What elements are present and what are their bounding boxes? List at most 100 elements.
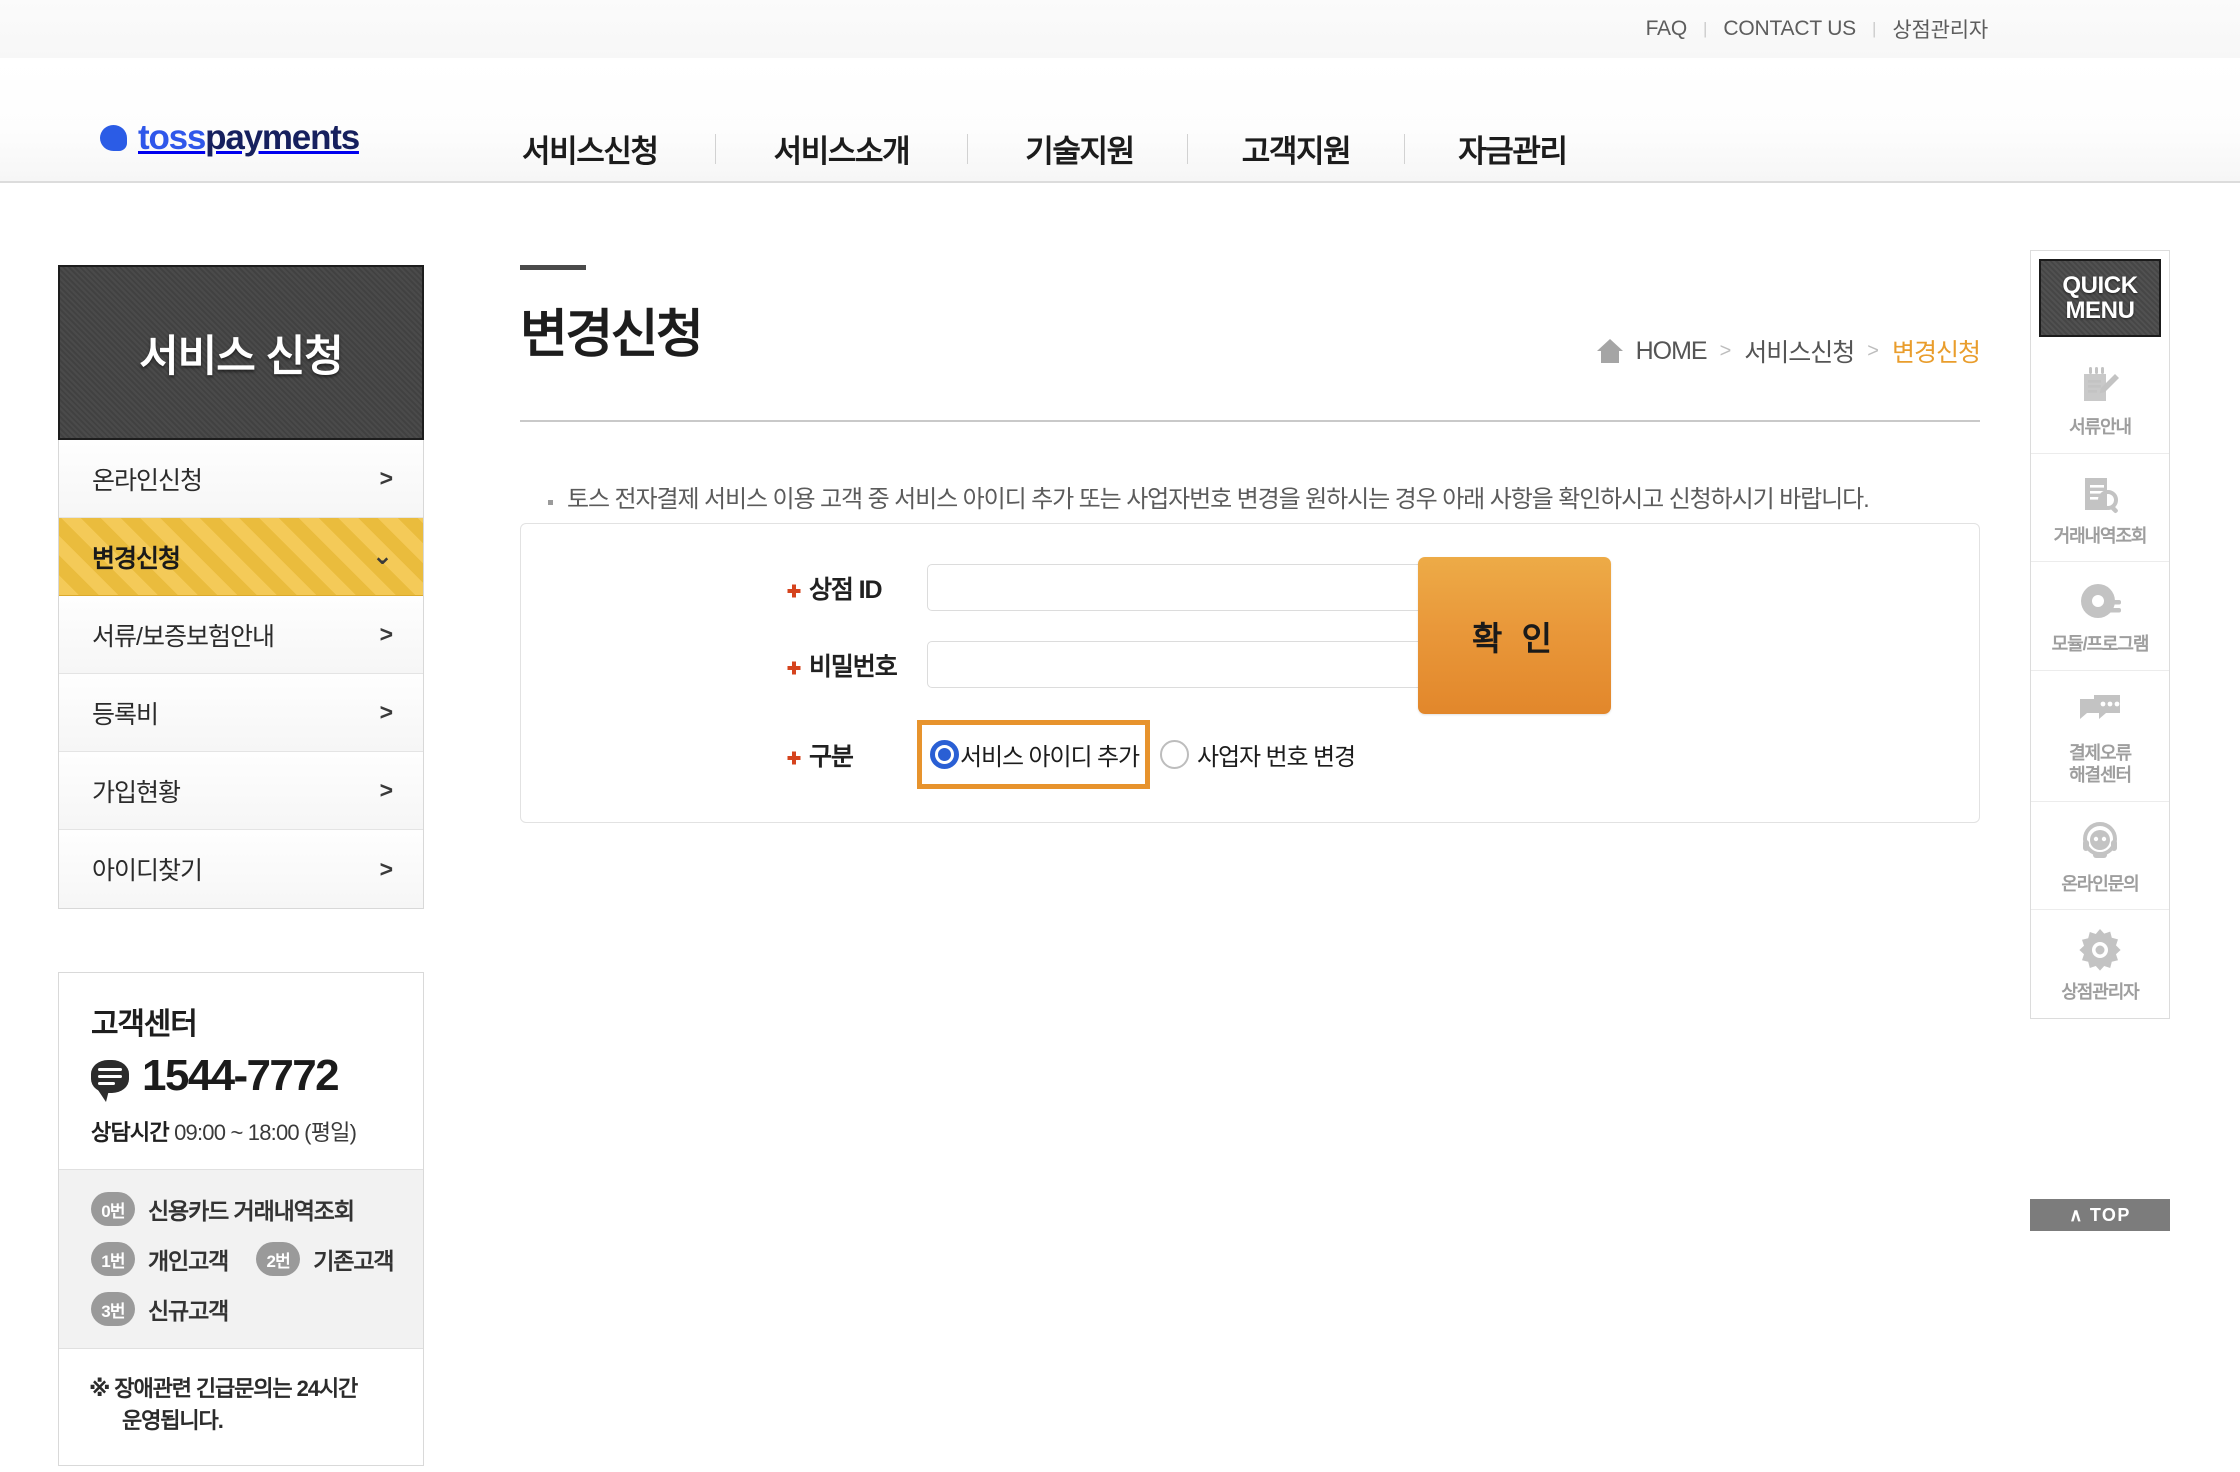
customer-center-ivr-menu: 0번 신용카드 거래내역조회 1번 개인고객 2번 기존고객 3번 신규고객 — [59, 1169, 423, 1349]
logo-toss-payments[interactable]: tosspayments — [100, 118, 360, 158]
ivr-badge: 0번 — [91, 1192, 135, 1226]
nav-item-fund-management[interactable]: 자금관리 — [1456, 122, 1568, 175]
sidebar-heading: 서비스 신청 — [58, 265, 424, 440]
sidebar-item-label: 온라인신청 — [92, 466, 203, 495]
radio-label-change-business-number[interactable]: 사업자 번호 변경 — [1197, 737, 1356, 772]
confirm-button[interactable]: 확 인 — [1418, 557, 1611, 714]
quick-menu-label: 모듈/프로그램 — [2051, 634, 2150, 654]
radio-option-add-service-id-highlight[interactable]: 서비스 아이디 추가 — [917, 720, 1150, 789]
chat-bubbles-icon — [2073, 687, 2127, 735]
site-header: tosspayments 서비스신청 서비스소개 기술지원 고객지원 자금관리 — [0, 58, 2240, 183]
required-asterisk-icon — [787, 661, 800, 674]
password-label-group: 비밀번호 — [787, 647, 927, 683]
change-request-form-card: 상점 ID 비밀번호 구분 서비스 아이디 추가 사업자 번호 변경 확 인 — [520, 523, 1980, 823]
quick-menu-item-module-program[interactable]: 모듈/프로그램 — [2031, 562, 2169, 671]
sidebar-menu-list: 온라인신청 > 변경신청 ⌄ 서류/보증보험안내 > 등록비 > 가입현황 > … — [58, 440, 424, 909]
quick-menu-item-online-inquiry[interactable]: 온라인문의 — [2031, 802, 2169, 910]
quick-menu-item-payment-error-center[interactable]: 결제오류 해결센터 — [2031, 671, 2169, 802]
utility-link-contact-us[interactable]: CONTACT US — [1723, 17, 1856, 41]
gear-icon — [2073, 926, 2127, 974]
nav-item-service-intro[interactable]: 서비스소개 — [772, 122, 912, 175]
quick-menu-header-line1: QUICK — [2062, 271, 2138, 299]
breadcrumb-separator: > — [1867, 339, 1879, 362]
sidebar: 서비스 신청 온라인신청 > 변경신청 ⌄ 서류/보증보험안내 > 등록비 > … — [58, 265, 424, 909]
ivr-badge: 1번 — [91, 1242, 135, 1276]
radio-option-change-business-number[interactable]: 사업자 번호 변경 — [1159, 737, 1356, 772]
quick-menu-item-merchant-admin[interactable]: 상점관리자 — [2031, 910, 2169, 1018]
radio-change-business-number[interactable] — [1159, 740, 1189, 769]
chevron-right-icon: > — [379, 699, 393, 725]
sidebar-item-label: 아이디찾기 — [92, 857, 203, 885]
required-asterisk-icon — [787, 751, 800, 764]
nav-item-service-apply[interactable]: 서비스신청 — [520, 122, 660, 175]
sidebar-item-find-id[interactable]: 아이디찾기 > — [59, 830, 423, 908]
scroll-to-top-label: TOP — [2089, 1204, 2131, 1225]
breadcrumb-item-service-apply[interactable]: 서비스신청 — [1744, 333, 1855, 369]
breadcrumb-item-home[interactable]: HOME — [1636, 337, 1708, 366]
customer-center-hours-value: 09:00 ~ 18:00 (평일) — [174, 1120, 357, 1145]
sidebar-item-label: 서류/보증보험안내 — [92, 622, 275, 651]
speech-bubble-icon — [91, 1059, 129, 1102]
merchant-id-label: 상점 ID — [809, 575, 883, 604]
quick-menu-label-line2: 해결센터 — [2069, 765, 2132, 785]
quick-menu-item-transaction-history[interactable]: 거래내역조회 — [2031, 454, 2169, 562]
nav-item-customer-support[interactable]: 고객지원 — [1240, 122, 1352, 175]
customer-center-note: ※ 장애관련 긴급문의는 24시간 운영됩니다. — [59, 1349, 423, 1465]
nav-item-tech-support[interactable]: 기술지원 — [1023, 122, 1135, 175]
customer-center-panel: 고객센터 1544-7772 상담시간 09:00 ~ 18:00 (평일) 0… — [58, 972, 424, 1466]
form-row-merchant-id: 상점 ID — [787, 564, 1441, 611]
sidebar-item-online-apply[interactable]: 온라인신청 > — [59, 440, 423, 518]
sidebar-item-change-apply[interactable]: 변경신청 ⌄ — [59, 518, 423, 596]
sidebar-item-documents-insurance[interactable]: 서류/보증보험안내 > — [59, 596, 423, 674]
logo-text-toss: toss — [138, 118, 206, 157]
breadcrumb-separator: > — [1719, 339, 1732, 362]
home-icon — [1596, 339, 1623, 363]
list-item: 3번 신규고객 — [91, 1292, 423, 1326]
nav-divider — [1187, 133, 1189, 164]
sidebar-item-signup-status[interactable]: 가입현황 > — [59, 752, 423, 830]
quick-menu-item-documents[interactable]: 서류안내 — [2031, 345, 2169, 454]
main-navigation: 서비스신청 서비스소개 기술지원 고객지원 자금관리 — [520, 122, 1569, 175]
chevron-down-icon: ⌄ — [372, 542, 393, 570]
quick-menu-header: QUICK MENU — [2039, 259, 2161, 337]
customer-center-hours-label: 상담시간 — [91, 1120, 170, 1145]
notice-row: 토스 전자결제 서비스 이용 고객 중 서비스 아이디 추가 또는 사업자번호 … — [548, 483, 1870, 517]
quick-menu-label: 서류안내 — [2069, 417, 2132, 437]
notice-text: 토스 전자결제 서비스 이용 고객 중 서비스 아이디 추가 또는 사업자번호 … — [567, 486, 1870, 513]
list-item: 0번 신용카드 거래내역조회 — [91, 1192, 423, 1226]
quick-menu-header-line2: MENU — [2065, 297, 2135, 324]
logo-text-payments: payments — [205, 118, 360, 157]
ivr-label: 기존고객 — [313, 1248, 394, 1274]
radio-label-add-service-id[interactable]: 서비스 아이디 추가 — [960, 737, 1140, 772]
disc-module-icon — [2073, 578, 2127, 626]
utility-separator: | — [1871, 19, 1877, 38]
utility-bar: FAQ | CONTACT US | 상점관리자 — [0, 0, 2240, 58]
headset-person-icon — [2073, 818, 2127, 866]
ivr-label: 개인고객 — [148, 1248, 229, 1274]
toss-logo-dot-icon — [100, 125, 127, 151]
type-label-group: 구분 — [787, 737, 927, 773]
page-root: FAQ | CONTACT US | 상점관리자 tosspayments 서비… — [0, 0, 2240, 1472]
customer-center-note-line2: 운영됩니다. — [122, 1407, 224, 1433]
merchant-id-input[interactable] — [927, 564, 1441, 611]
radio-add-service-id[interactable] — [930, 740, 959, 769]
ivr-badge: 3번 — [91, 1292, 135, 1326]
scroll-to-top-button[interactable]: ∧ TOP — [2030, 1199, 2170, 1231]
utility-link-merchant-admin[interactable]: 상점관리자 — [1892, 14, 1988, 44]
password-input[interactable] — [927, 641, 1441, 688]
merchant-id-label-group: 상점 ID — [787, 570, 927, 606]
nav-divider — [1403, 133, 1405, 164]
bullet-icon — [548, 500, 553, 505]
list-item: 1번 개인고객 2번 기존고객 — [91, 1242, 423, 1276]
chevron-right-icon: > — [379, 621, 393, 647]
ivr-label: 신규고객 — [148, 1298, 229, 1324]
sidebar-item-registration-fee[interactable]: 등록비 > — [59, 674, 423, 752]
document-search-icon — [2073, 470, 2127, 518]
quick-menu-label: 상점관리자 — [2061, 982, 2139, 1002]
title-divider — [520, 420, 1980, 422]
sidebar-item-label: 변경신청 — [92, 544, 181, 573]
main-content: 변경신청 HOME > 서비스신청 > 변경신청 토스 전자결제 서비스 이용 … — [520, 265, 1981, 823]
utility-link-faq[interactable]: FAQ — [1646, 17, 1688, 41]
chevron-right-icon: > — [379, 465, 393, 491]
nav-divider — [966, 133, 968, 164]
